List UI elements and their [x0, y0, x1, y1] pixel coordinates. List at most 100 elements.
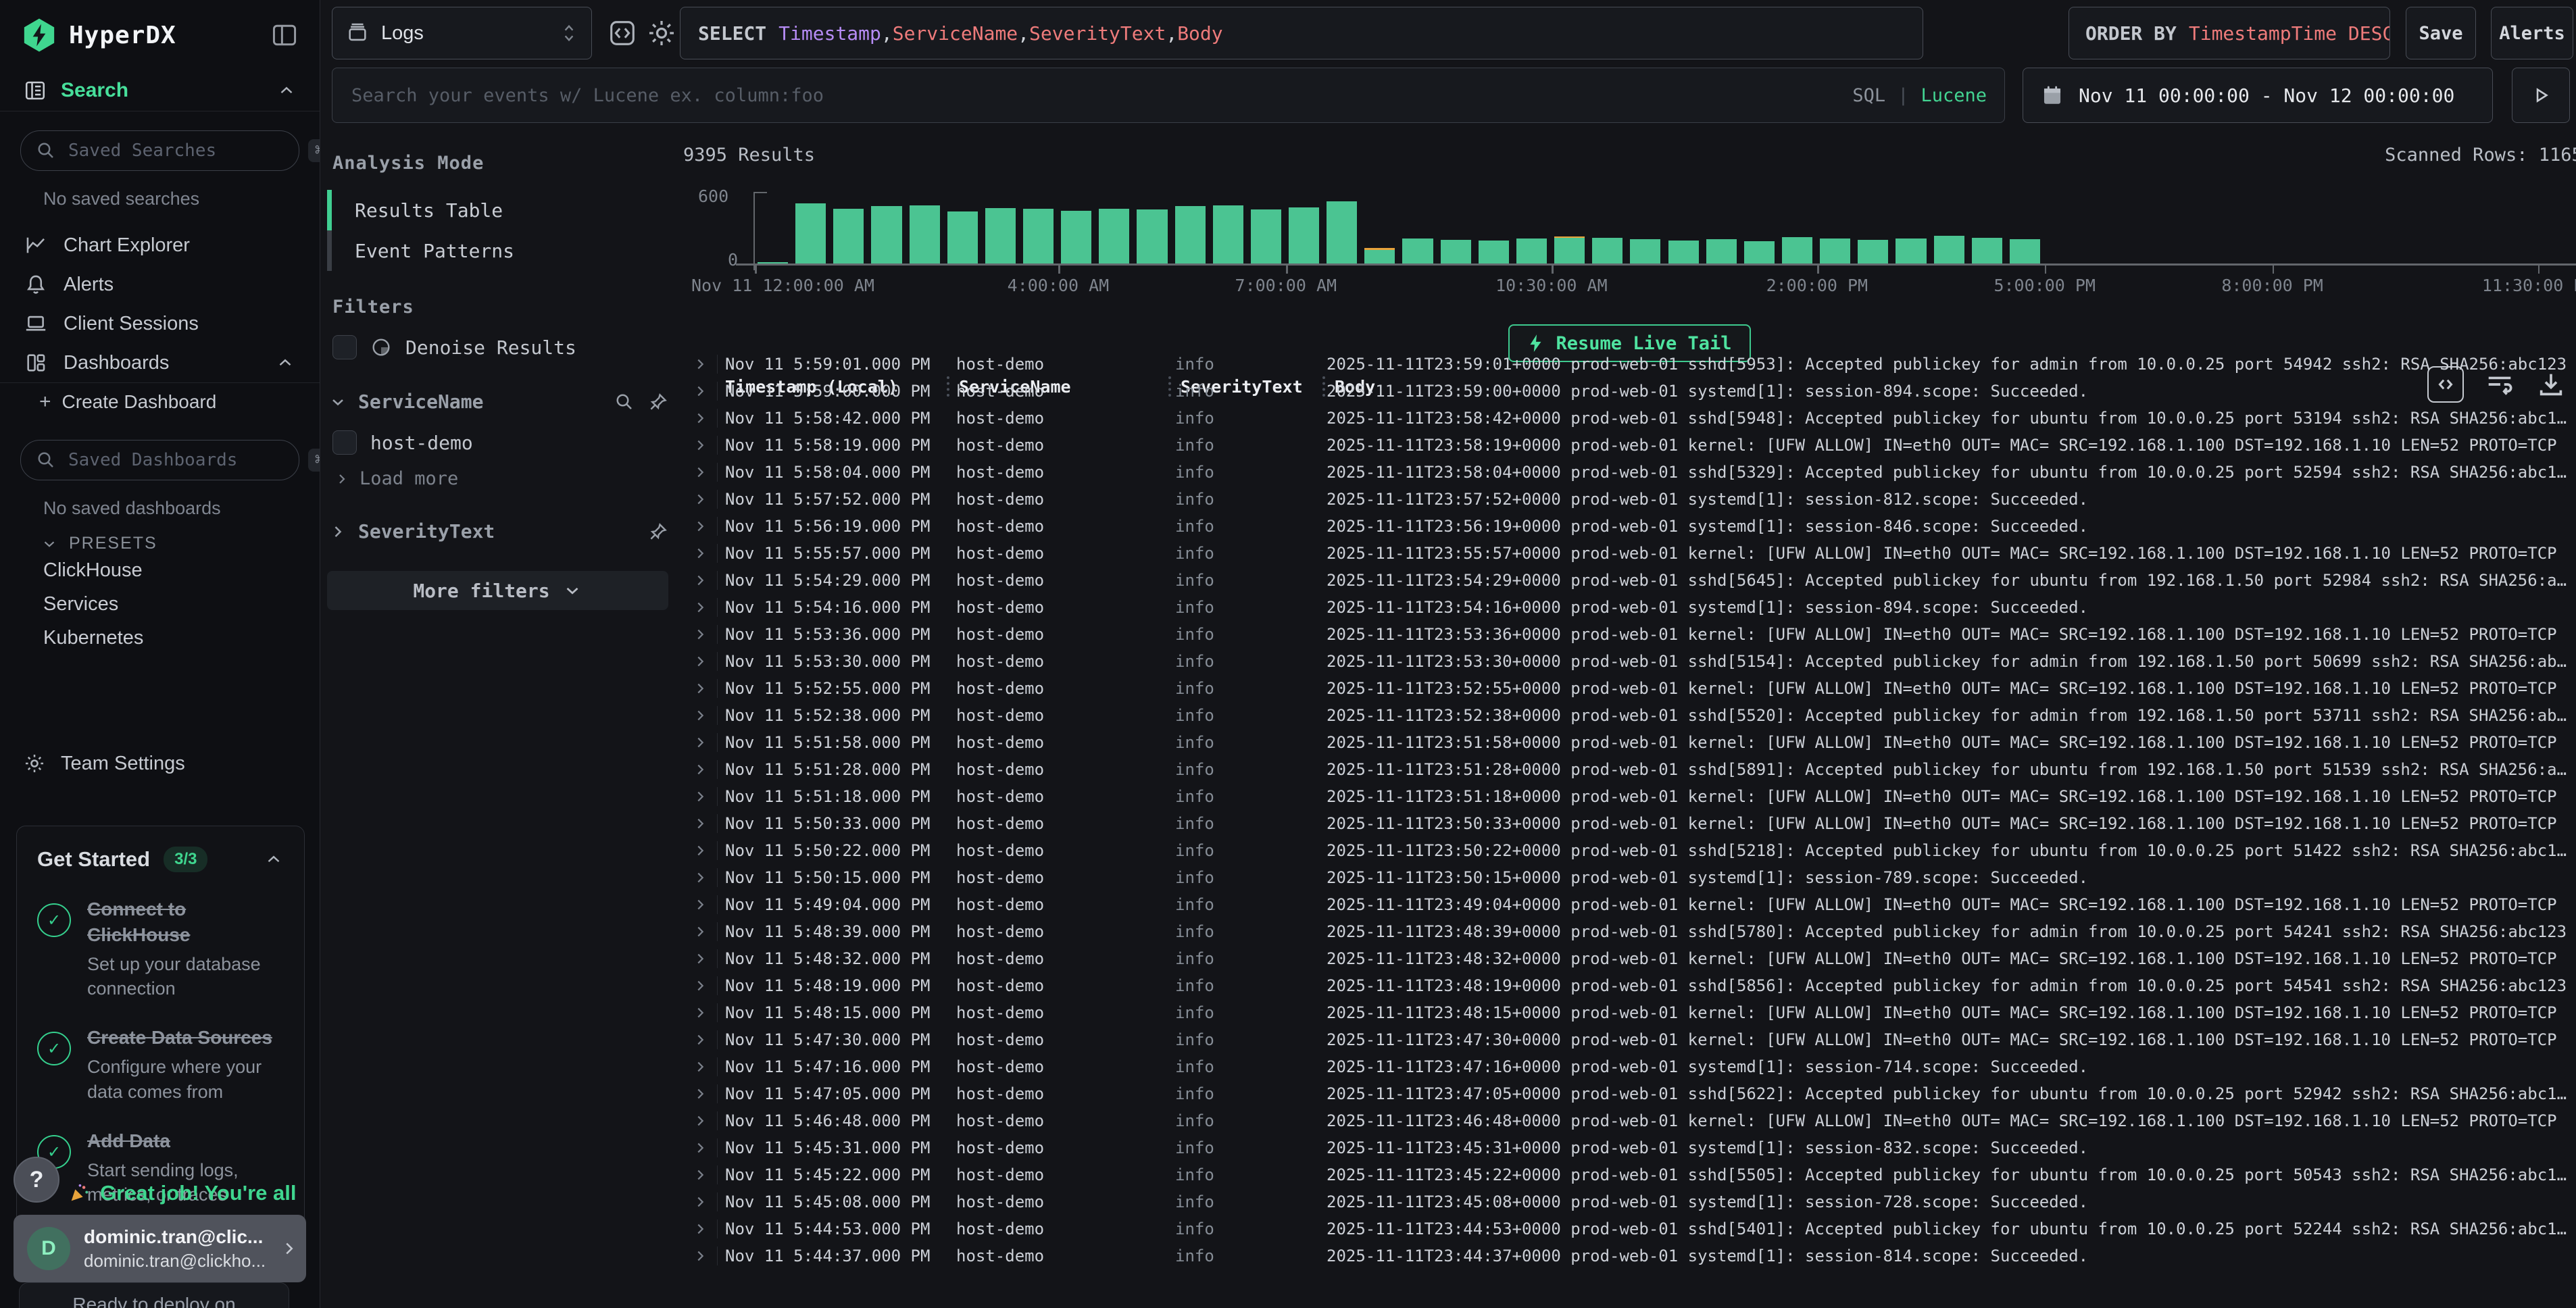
row-expand-icon[interactable] — [683, 978, 717, 993]
row-expand-icon[interactable] — [683, 1059, 717, 1074]
table-row[interactable]: Nov 11 5:45:31.000 PMhost-demoinfo2025-1… — [683, 1134, 2576, 1161]
presets-toggle[interactable]: PRESETS — [41, 534, 320, 553]
histogram-bar[interactable] — [1668, 241, 1699, 263]
table-row[interactable]: Nov 11 5:50:22.000 PMhost-demoinfo2025-1… — [683, 837, 2576, 864]
histogram-bar[interactable] — [1175, 206, 1206, 263]
date-range-picker[interactable]: Nov 11 00:00:00 - Nov 12 00:00:00 — [2023, 68, 2493, 123]
row-expand-icon[interactable] — [683, 384, 717, 399]
get-started-step[interactable]: ✓ Connect to ClickHouse Set up your data… — [37, 897, 284, 1001]
create-dashboard-button[interactable]: + Create Dashboard — [0, 383, 320, 421]
table-row[interactable]: Nov 11 5:49:04.000 PMhost-demoinfo2025-1… — [683, 891, 2576, 918]
sidebar-collapse-icon[interactable] — [270, 20, 299, 50]
table-row[interactable]: Nov 11 5:45:08.000 PMhost-demoinfo2025-1… — [683, 1188, 2576, 1215]
row-expand-icon[interactable] — [683, 843, 717, 858]
row-expand-icon[interactable] — [683, 789, 717, 804]
table-row[interactable]: Nov 11 5:50:33.000 PMhost-demoinfo2025-1… — [683, 810, 2576, 837]
histogram-bar[interactable] — [985, 208, 1016, 263]
histogram-bar[interactable] — [1061, 211, 1091, 263]
table-row[interactable]: Nov 11 5:59:01.000 PMhost-demoinfo2025-1… — [683, 351, 2576, 378]
table-row[interactable]: Nov 11 5:47:16.000 PMhost-demoinfo2025-1… — [683, 1053, 2576, 1080]
orderby-input[interactable]: ORDER BY TimestampTime DESC — [2069, 7, 2390, 59]
row-expand-icon[interactable] — [683, 1167, 717, 1182]
preset-item-services[interactable]: Services — [0, 587, 320, 621]
histogram-bar[interactable] — [1972, 238, 2002, 263]
filter-group-severitytext[interactable]: SeverityText — [328, 520, 668, 543]
row-expand-icon[interactable] — [683, 708, 717, 723]
row-expand-icon[interactable] — [683, 1005, 717, 1020]
histogram-bar[interactable] — [1137, 209, 1167, 263]
row-expand-icon[interactable] — [683, 816, 717, 831]
table-row[interactable]: Nov 11 5:50:15.000 PMhost-demoinfo2025-1… — [683, 864, 2576, 891]
row-expand-icon[interactable] — [683, 1032, 717, 1047]
row-expand-icon[interactable] — [683, 681, 717, 696]
saved-dashboards-field[interactable] — [67, 449, 297, 471]
histogram-bar[interactable] — [1023, 209, 1054, 263]
table-row[interactable]: Nov 11 5:47:30.000 PMhost-demoinfo2025-1… — [683, 1026, 2576, 1053]
row-expand-icon[interactable] — [683, 654, 717, 669]
table-row[interactable]: Nov 11 5:48:15.000 PMhost-demoinfo2025-1… — [683, 999, 2576, 1026]
table-row[interactable]: Nov 11 5:52:38.000 PMhost-demoinfo2025-1… — [683, 702, 2576, 729]
row-expand-icon[interactable] — [683, 1113, 717, 1128]
select-query-input[interactable]: SELECT Timestamp,ServiceName,SeverityTex… — [680, 7, 1923, 59]
table-row[interactable]: Nov 11 5:58:04.000 PMhost-demoinfo2025-1… — [683, 459, 2576, 486]
row-expand-icon[interactable] — [683, 1086, 717, 1101]
table-row[interactable]: Nov 11 5:44:53.000 PMhost-demoinfo2025-1… — [683, 1215, 2576, 1242]
settings-gear-icon[interactable] — [643, 15, 680, 51]
table-row[interactable]: Nov 11 5:44:37.000 PMhost-demoinfo2025-1… — [683, 1242, 2576, 1269]
table-row[interactable]: Nov 11 5:56:19.000 PMhost-demoinfo2025-1… — [683, 513, 2576, 540]
histogram-bar[interactable] — [1592, 238, 1623, 263]
table-row[interactable]: Nov 11 5:57:52.000 PMhost-demoinfo2025-1… — [683, 486, 2576, 513]
histogram-bar[interactable] — [1479, 241, 1509, 263]
histogram-bar[interactable] — [833, 209, 864, 263]
table-row[interactable]: Nov 11 5:58:19.000 PMhost-demoinfo2025-1… — [683, 432, 2576, 459]
table-row[interactable]: Nov 11 5:54:29.000 PMhost-demoinfo2025-1… — [683, 567, 2576, 594]
histogram-bar[interactable] — [1554, 236, 1585, 263]
histogram-bar[interactable] — [871, 206, 901, 263]
denoise-results-checkbox[interactable]: Denoise Results — [332, 335, 668, 359]
checkbox-icon[interactable] — [332, 335, 357, 359]
user-menu[interactable]: D dominic.tran@clic... dominic.tran@clic… — [14, 1215, 306, 1282]
row-expand-icon[interactable] — [683, 762, 717, 777]
histogram-bar[interactable] — [1402, 238, 1433, 263]
pin-icon[interactable] — [648, 392, 668, 412]
table-row[interactable]: Nov 11 5:51:28.000 PMhost-demoinfo2025-1… — [683, 756, 2576, 783]
table-row[interactable]: Nov 11 5:58:42.000 PMhost-demoinfo2025-1… — [683, 405, 2576, 432]
histogram-bar[interactable] — [1934, 236, 1964, 263]
row-expand-icon[interactable] — [683, 465, 717, 480]
saved-searches-field[interactable] — [67, 140, 297, 161]
search-icon[interactable] — [614, 392, 635, 412]
table-row[interactable]: Nov 11 5:53:30.000 PMhost-demoinfo2025-1… — [683, 648, 2576, 675]
load-more-button[interactable]: Load more — [334, 468, 668, 489]
row-expand-icon[interactable] — [683, 600, 717, 615]
table-row[interactable]: Nov 11 5:52:55.000 PMhost-demoinfo2025-1… — [683, 675, 2576, 702]
row-expand-icon[interactable] — [683, 1194, 717, 1209]
sidebar-item-team-settings[interactable]: Team Settings — [0, 744, 320, 783]
table-row[interactable]: Nov 11 5:48:19.000 PMhost-demoinfo2025-1… — [683, 972, 2576, 999]
row-expand-icon[interactable] — [683, 870, 717, 885]
filter-value-host-demo[interactable]: host-demo — [332, 430, 668, 455]
histogram-bar[interactable] — [1706, 239, 1737, 263]
sidebar-item-client-sessions[interactable]: Client Sessions — [0, 304, 320, 343]
row-expand-icon[interactable] — [683, 951, 717, 966]
table-row[interactable]: Nov 11 5:48:32.000 PMhost-demoinfo2025-1… — [683, 945, 2576, 972]
row-expand-icon[interactable] — [683, 492, 717, 507]
checkbox-icon[interactable] — [332, 430, 357, 455]
row-expand-icon[interactable] — [683, 1222, 717, 1236]
table-row[interactable]: Nov 11 5:54:16.000 PMhost-demoinfo2025-1… — [683, 594, 2576, 621]
table-row[interactable]: Nov 11 5:51:18.000 PMhost-demoinfo2025-1… — [683, 783, 2576, 810]
save-button[interactable]: Save — [2406, 7, 2476, 59]
sidebar-item-dashboards[interactable]: Dashboards — [0, 343, 320, 382]
row-expand-icon[interactable] — [683, 924, 717, 939]
histogram-bar[interactable] — [1516, 238, 1547, 263]
table-row[interactable]: Nov 11 5:55:57.000 PMhost-demoinfo2025-1… — [683, 540, 2576, 567]
sidebar-item-chart-explorer[interactable]: Chart Explorer — [0, 226, 320, 265]
histogram-bar[interactable] — [1364, 248, 1395, 263]
preset-item-clickhouse[interactable]: ClickHouse — [0, 553, 320, 587]
row-expand-icon[interactable] — [683, 573, 717, 588]
row-expand-icon[interactable] — [683, 411, 717, 426]
histogram-bar[interactable] — [1251, 209, 1281, 263]
histogram-bar[interactable] — [1630, 239, 1660, 263]
sidebar-item-search[interactable]: Search — [0, 70, 320, 111]
histogram-bar[interactable] — [1327, 201, 1357, 263]
row-expand-icon[interactable] — [683, 897, 717, 912]
